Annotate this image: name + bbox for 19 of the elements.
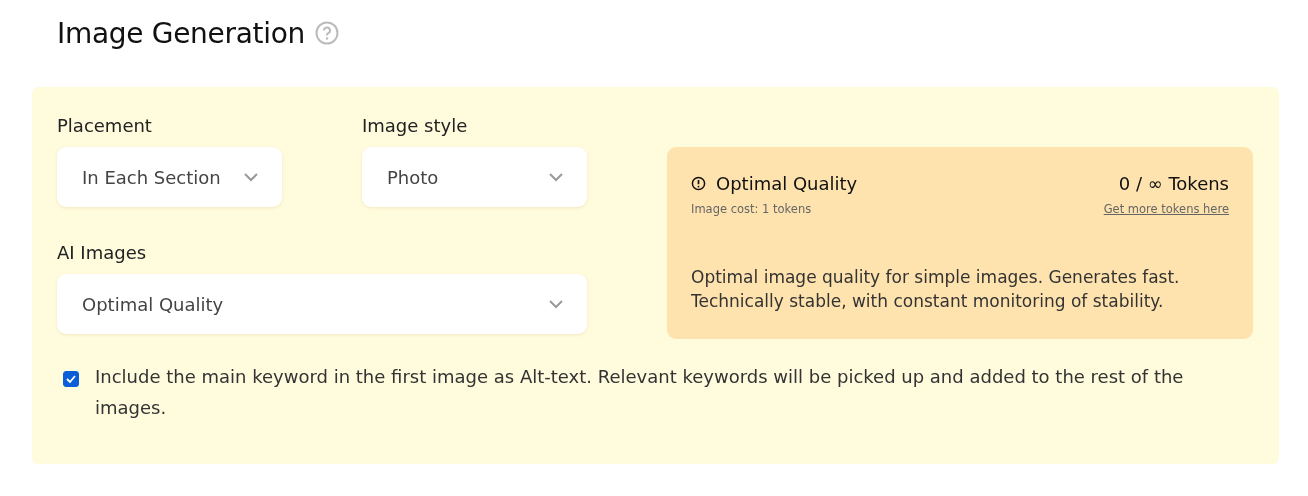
field-label: Image style xyxy=(362,115,469,135)
dropdown[interactable]: Optimal Quality xyxy=(57,274,587,334)
checkbox-label: Include the main keyword in the first image as Alt-text. Relevant keywords will be picked up and added to the rest of the images. xyxy=(95,365,1185,420)
quality-description: Optimal image quality for simple images. Generates fast. Technically stable, with constant monitoring of stability. xyxy=(691,266,1181,313)
field-label: Placement xyxy=(57,115,153,135)
dropdown[interactable]: In Each Section xyxy=(57,147,282,207)
field-label: AI Images xyxy=(57,242,148,262)
chevron-down-icon xyxy=(549,299,563,309)
image-cost: Image cost: 1 tokens xyxy=(691,202,812,216)
token-count: 0 / ∞ Tokens xyxy=(1118,173,1229,194)
card-title: Optimal Quality xyxy=(716,173,858,194)
chevron-down-icon xyxy=(549,172,563,182)
alert-icon xyxy=(691,176,706,191)
page-title: Image Generation xyxy=(57,16,305,50)
checkmark-icon xyxy=(66,375,76,383)
checkbox[interactable] xyxy=(63,371,79,387)
chevron-down-icon xyxy=(244,172,258,182)
dropdown[interactable]: Photo xyxy=(362,147,587,207)
get-tokens-link[interactable]: Get more tokens here xyxy=(1103,202,1229,216)
